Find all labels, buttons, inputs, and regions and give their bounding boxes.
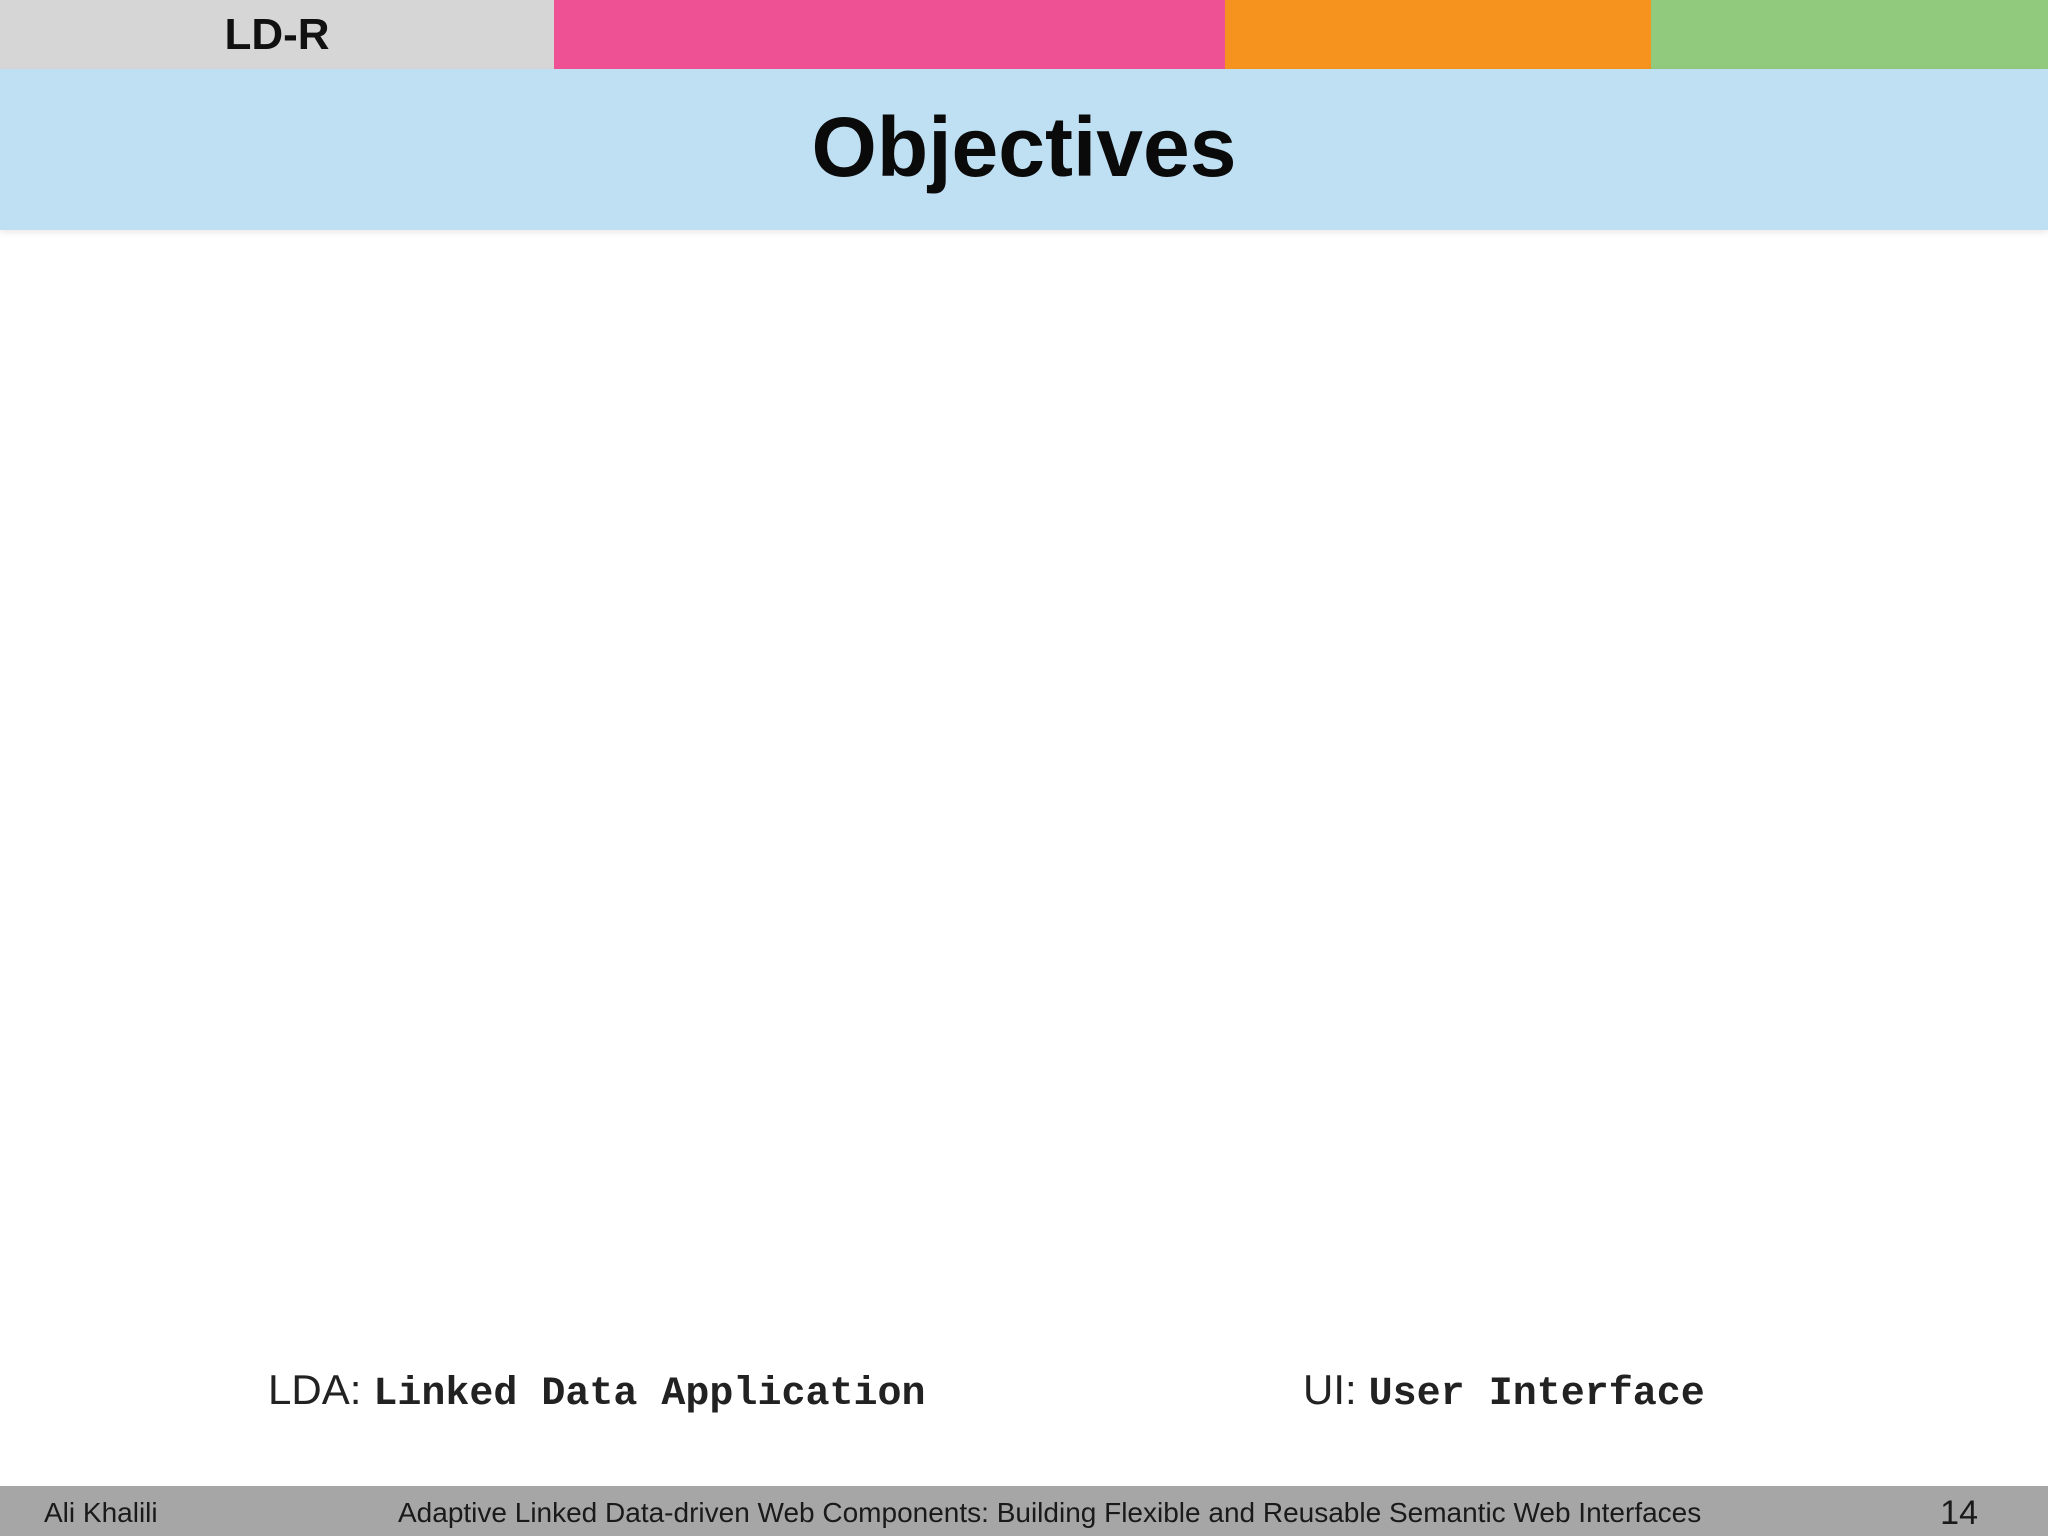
footer-author: Ali Khalili xyxy=(44,1497,158,1528)
footer-bar: Ali Khalili Adaptive Linked Data-driven … xyxy=(0,1486,2048,1536)
abbreviation-term: UI xyxy=(1303,1366,1345,1413)
green-segment xyxy=(1651,0,2048,69)
page-title: Objectives xyxy=(811,100,1237,194)
footer-presentation-title: Adaptive Linked Data-driven Web Componen… xyxy=(398,1497,1702,1528)
brand-segment: LD-R xyxy=(0,0,554,69)
footer-page-number: 14 xyxy=(1940,1494,1978,1532)
abbreviation-term: LDA xyxy=(268,1366,350,1413)
orange-segment xyxy=(1225,0,1651,69)
abbreviation-colon: : xyxy=(349,1366,362,1413)
header-color-bar: LD-R xyxy=(0,0,2048,69)
abbreviation-lda: LDA: Linked Data Application xyxy=(268,1366,925,1422)
abbreviation-expansion: Linked Data Application xyxy=(373,1372,926,1417)
abbreviation-expansion: User Interface xyxy=(1368,1372,1705,1417)
abbreviation-colon: : xyxy=(1345,1366,1357,1413)
title-band: Objectives xyxy=(0,69,2048,230)
pink-segment xyxy=(554,0,1225,69)
brand-label: LD-R xyxy=(224,10,330,59)
abbreviation-ui: UI: User Interface xyxy=(1303,1366,1705,1422)
